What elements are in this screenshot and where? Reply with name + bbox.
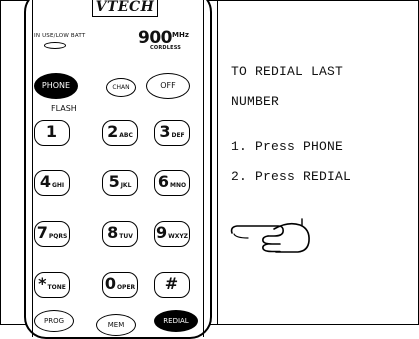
instruction-title-line1: TO REDIAL LAST [231, 64, 344, 79]
instruction-title-line2: NUMBER [231, 94, 280, 109]
cordless-label: CORDLESS [150, 45, 182, 51]
mem-button-label: MEM [107, 321, 125, 329]
redial-button-label: REDIAL [163, 317, 189, 325]
cordless-phone-handset: VTECH IN USE/LOW BATT 900MHz CORDLESS PH… [24, 0, 212, 339]
off-button[interactable]: OFF [146, 73, 190, 99]
chan-button[interactable]: CHAN [106, 78, 136, 97]
keypad-key-1[interactable]: 1 [34, 120, 70, 146]
keypad-key-8[interactable]: 8TUV [102, 221, 138, 247]
keypad-key-4[interactable]: 4GHI [34, 170, 70, 196]
in-use-led-icon [44, 42, 66, 49]
phone-button-label: PHONE [41, 81, 71, 90]
chan-button-label: CHAN [112, 84, 130, 91]
keypad-key-7[interactable]: 7PQRS [34, 221, 70, 247]
phone-button[interactable]: PHONE [34, 73, 78, 99]
keypad-key-6[interactable]: 6MNO [154, 170, 190, 196]
panel-divider [217, 0, 218, 325]
mem-button[interactable]: MEM [96, 314, 136, 336]
prog-button-label: PROG [43, 317, 65, 325]
in-use-indicator-label: IN USE/LOW BATT [34, 33, 86, 39]
keypad-key-3[interactable]: 3DEF [154, 120, 190, 146]
brand-logo: VTECH [92, 0, 158, 17]
instruction-step-1: 1. Press PHONE [231, 139, 344, 154]
redial-button[interactable]: REDIAL [154, 310, 198, 332]
frequency-unit: MHz [172, 31, 189, 39]
off-button-label: OFF [160, 81, 176, 90]
flash-label: FLASH [51, 104, 77, 113]
keypad-key-9[interactable]: 9WXYZ [154, 221, 190, 247]
prog-button[interactable]: PROG [34, 310, 74, 332]
pointing-hand-icon [230, 218, 310, 253]
keypad-key-0[interactable]: 0OPER [102, 272, 138, 298]
keypad-key-hash[interactable]: # [154, 272, 190, 298]
keypad-key-2[interactable]: 2ABC [102, 120, 138, 146]
instruction-step-2: 2. Press REDIAL [231, 169, 352, 184]
keypad-key-5[interactable]: 5JKL [102, 170, 138, 196]
keypad-key-star[interactable]: *TONE [34, 272, 70, 298]
